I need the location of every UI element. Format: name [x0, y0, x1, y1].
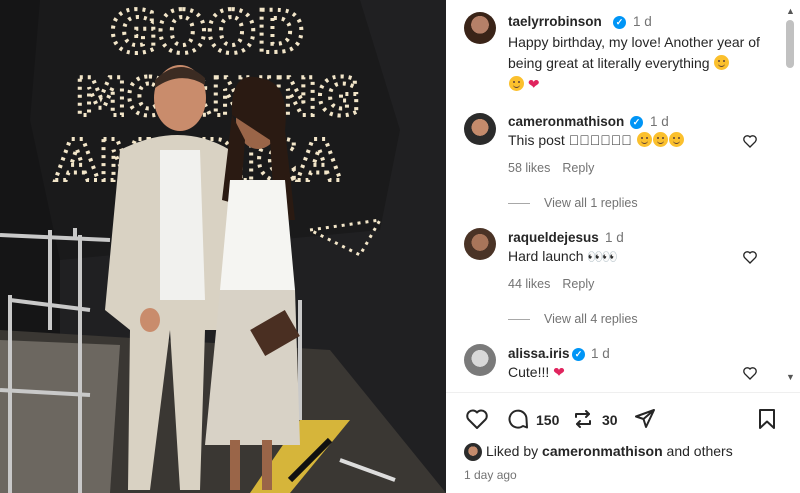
verified-badge-icon: ✓: [572, 348, 585, 361]
avatar[interactable]: [464, 344, 496, 376]
comment-body: Hard launch: [508, 248, 584, 264]
comment-meta: 44 likes Reply: [508, 277, 594, 291]
reply-button[interactable]: Reply: [562, 161, 594, 175]
view-replies-button[interactable]: View all 4 replies: [508, 312, 638, 326]
comment-username[interactable]: raqueldejesus: [508, 230, 599, 245]
post-sidebar: taelyrrobinson ✓ 1 d Happy birthday, my …: [446, 0, 800, 493]
avatar[interactable]: [464, 228, 496, 260]
comment-body: Cute!!!: [508, 364, 550, 380]
sign-text-morning: MORNING: [75, 68, 360, 128]
red-heart-emoji-icon: ❤: [553, 364, 565, 380]
comment-count[interactable]: 150: [536, 412, 559, 428]
view-replies-button[interactable]: View all 1 replies: [508, 196, 638, 210]
comment-time: 1 d: [605, 230, 624, 245]
comment-bubble-icon[interactable]: [505, 407, 531, 431]
share-send-icon[interactable]: [632, 407, 658, 431]
view-replies-label: View all 4 replies: [544, 312, 638, 326]
scroll-thumb[interactable]: [786, 20, 794, 68]
liked-by-prefix: Liked by: [486, 443, 539, 459]
photo-illustration: GOOD MORNING AMERICA: [0, 0, 446, 493]
comment-text: Cute!!! ❤: [508, 362, 565, 383]
smile-emoji-icon: [636, 132, 652, 147]
smile-emoji-icon: [652, 132, 668, 147]
comments-list[interactable]: taelyrrobinson ✓ 1 d Happy birthday, my …: [446, 0, 786, 392]
avatar[interactable]: [464, 113, 496, 145]
eyes-emoji-icon: 👀👀: [587, 249, 617, 264]
divider: [446, 392, 800, 393]
reply-button[interactable]: Reply: [562, 277, 594, 291]
post-photo[interactable]: GOOD MORNING AMERICA: [0, 0, 446, 493]
caption-username[interactable]: taelyrrobinson: [508, 14, 602, 29]
comment-username[interactable]: cameronmathison: [508, 114, 624, 129]
comment-text: This post       : [508, 130, 684, 151]
smile-emoji-icon: [668, 132, 684, 147]
comment-body: This post       : [508, 132, 632, 148]
save-bookmark-icon[interactable]: [755, 407, 779, 431]
laughing-emoji-icon: [509, 76, 524, 91]
scroll-down-arrow-icon[interactable]: ▼: [786, 372, 795, 382]
comment-likes[interactable]: 44 likes: [508, 277, 550, 291]
caption-time: 1 d: [633, 14, 652, 29]
red-heart-emoji-icon: ❤: [527, 76, 540, 92]
sign-text-good: GOOD: [110, 0, 304, 66]
yum-emoji-icon: [714, 55, 730, 70]
scroll-up-arrow-icon[interactable]: ▲: [786, 6, 795, 16]
comment-username[interactable]: alissa.iris: [508, 346, 570, 361]
liked-by-user[interactable]: cameronmathison: [542, 443, 663, 459]
repost-icon[interactable]: [570, 407, 596, 431]
comment-meta: 58 likes Reply: [508, 161, 594, 175]
like-comment-heart-icon[interactable]: [742, 365, 758, 381]
like-heart-icon[interactable]: [464, 407, 490, 431]
like-comment-heart-icon[interactable]: [742, 249, 758, 265]
comment-time: 1 d: [650, 114, 669, 129]
liked-by-text: Liked by cameronmathison and others: [486, 443, 733, 459]
comments-scrollbar[interactable]: ▲ ▼: [780, 0, 800, 392]
liked-by-others[interactable]: and others: [667, 443, 733, 459]
comment-text: Hard launch 👀👀: [508, 246, 618, 267]
repost-count[interactable]: 30: [602, 412, 618, 428]
comment-time: 1 d: [591, 346, 610, 361]
verified-badge-icon: ✓: [613, 16, 626, 29]
comment-likes[interactable]: 58 likes: [508, 161, 550, 175]
caption-text: Happy birthday, my love! Another year of…: [508, 32, 778, 95]
verified-badge-icon: ✓: [630, 116, 643, 129]
like-comment-heart-icon[interactable]: [742, 133, 758, 149]
avatar[interactable]: [464, 12, 496, 44]
view-replies-label: View all 1 replies: [544, 196, 638, 210]
liked-by-avatar[interactable]: [464, 443, 482, 461]
post-timestamp[interactable]: 1 day ago: [464, 468, 517, 482]
